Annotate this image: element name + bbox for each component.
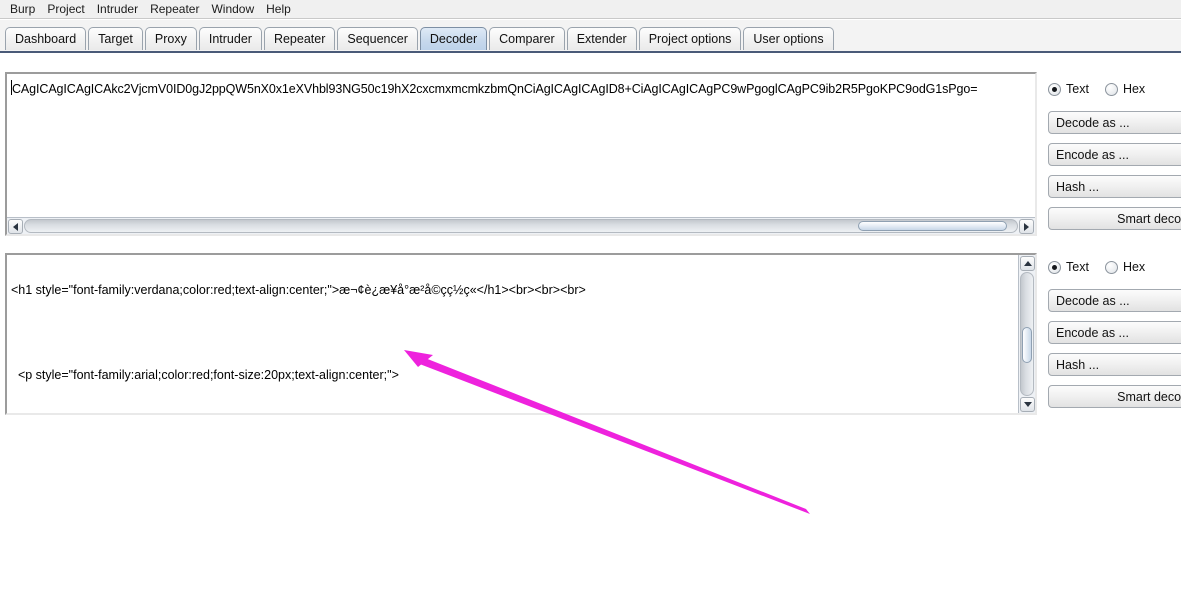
tab-label: Target [98, 32, 133, 46]
menu-item-intruder[interactable]: Intruder [91, 1, 144, 18]
tab-dashboard[interactable]: Dashboard [5, 27, 86, 50]
output-controls: Text Hex Decode as ... Encode as ... Has… [1040, 258, 1181, 408]
tab-project-options[interactable]: Project options [639, 27, 742, 50]
hscroll-right-arrow-icon[interactable] [1019, 219, 1034, 234]
vscroll-thumb[interactable] [1022, 327, 1032, 364]
output-smart-decode-button[interactable]: Smart decode [1048, 385, 1181, 408]
input-text-radio-label: Text [1066, 82, 1089, 96]
burp-suite-window: Burp Project Intruder Repeater Window He… [0, 0, 1181, 613]
input-hex-radio[interactable] [1105, 83, 1118, 96]
tab-label: Repeater [274, 32, 325, 46]
menu-item-repeater[interactable]: Repeater [144, 1, 205, 18]
decoder-output-panel[interactable]: <h1 style="font-family:verdana;color:red… [5, 253, 1037, 415]
output-hex-radio-label: Hex [1123, 260, 1145, 274]
tab-decoder[interactable]: Decoder [420, 27, 487, 50]
decoder-input-text-area[interactable]: CAgICAgICAgICAkc2VjcmV0ID0gJ2ppQW5nX0x1e… [7, 74, 1035, 234]
tab-label: Comparer [499, 32, 555, 46]
input-text-radio[interactable] [1048, 83, 1061, 96]
input-hash-button[interactable]: Hash ... [1048, 175, 1181, 198]
vscroll-track[interactable] [1020, 272, 1034, 396]
tab-label: Dashboard [15, 32, 76, 46]
decoder-input-panel[interactable]: CAgICAgICAgICAkc2VjcmV0ID0gJ2ppQW5nX0x1e… [5, 72, 1037, 236]
tab-extender[interactable]: Extender [567, 27, 637, 50]
decoder-output-content: <h1 style="font-family:verdana;color:red… [11, 257, 1033, 413]
input-controls: Text Hex Decode as ... Encode as ... Has… [1040, 80, 1181, 230]
output-vertical-scrollbar[interactable] [1018, 255, 1035, 413]
input-smart-decode-button[interactable]: Smart decode [1048, 207, 1181, 230]
tab-user-options[interactable]: User options [743, 27, 833, 50]
input-hex-radio-label: Hex [1123, 82, 1145, 96]
menu-bar: Burp Project Intruder Repeater Window He… [0, 0, 1181, 19]
tab-label: User options [753, 32, 823, 46]
tab-intruder[interactable]: Intruder [199, 27, 262, 50]
menu-item-help[interactable]: Help [260, 1, 297, 18]
output-text-radio-label: Text [1066, 260, 1089, 274]
tab-label: Proxy [155, 32, 187, 46]
output-line: <p style="font-family:arial;color:red;fo… [11, 367, 1033, 384]
output-encode-as-button[interactable]: Encode as ... [1048, 321, 1181, 344]
output-decode-as-button[interactable]: Decode as ... [1048, 289, 1181, 312]
tab-label: Decoder [430, 32, 477, 46]
tab-strip-divider2 [0, 53, 1181, 55]
input-horizontal-scrollbar[interactable] [7, 217, 1035, 234]
hscroll-track[interactable] [24, 219, 1018, 233]
main-tab-strip: Dashboard Target Proxy Intruder Repeater… [0, 20, 1181, 53]
tab-label: Project options [649, 32, 732, 46]
tab-label: Sequencer [347, 32, 407, 46]
menu-item-project[interactable]: Project [41, 1, 90, 18]
tab-sequencer[interactable]: Sequencer [337, 27, 417, 50]
tab-comparer[interactable]: Comparer [489, 27, 565, 50]
input-format-radio-group: Text Hex [1048, 80, 1181, 98]
output-hash-button[interactable]: Hash ... [1048, 353, 1181, 376]
vscroll-up-arrow-icon[interactable] [1020, 256, 1035, 271]
output-line: <h1 style="font-family:verdana;color:red… [11, 282, 1033, 299]
output-hex-radio[interactable] [1105, 261, 1118, 274]
output-text-radio[interactable] [1048, 261, 1061, 274]
hscroll-thumb[interactable] [858, 221, 1007, 231]
tab-label: Intruder [209, 32, 252, 46]
decoder-output-text-area[interactable]: <h1 style="font-family:verdana;color:red… [7, 255, 1035, 413]
tab-repeater[interactable]: Repeater [264, 27, 335, 50]
output-format-radio-group: Text Hex [1048, 258, 1181, 276]
tab-target[interactable]: Target [88, 27, 143, 50]
decoder-input-value: CAgICAgICAgICAkc2VjcmV0ID0gJ2ppQW5nX0x1e… [12, 82, 977, 96]
input-encode-as-button[interactable]: Encode as ... [1048, 143, 1181, 166]
tab-proxy[interactable]: Proxy [145, 27, 197, 50]
tab-label: Extender [577, 32, 627, 46]
menu-item-burp[interactable]: Burp [4, 1, 41, 18]
input-decode-as-button[interactable]: Decode as ... [1048, 111, 1181, 134]
menu-item-window[interactable]: Window [205, 1, 260, 18]
hscroll-left-arrow-icon[interactable] [8, 219, 23, 234]
vscroll-down-arrow-icon[interactable] [1020, 397, 1035, 412]
